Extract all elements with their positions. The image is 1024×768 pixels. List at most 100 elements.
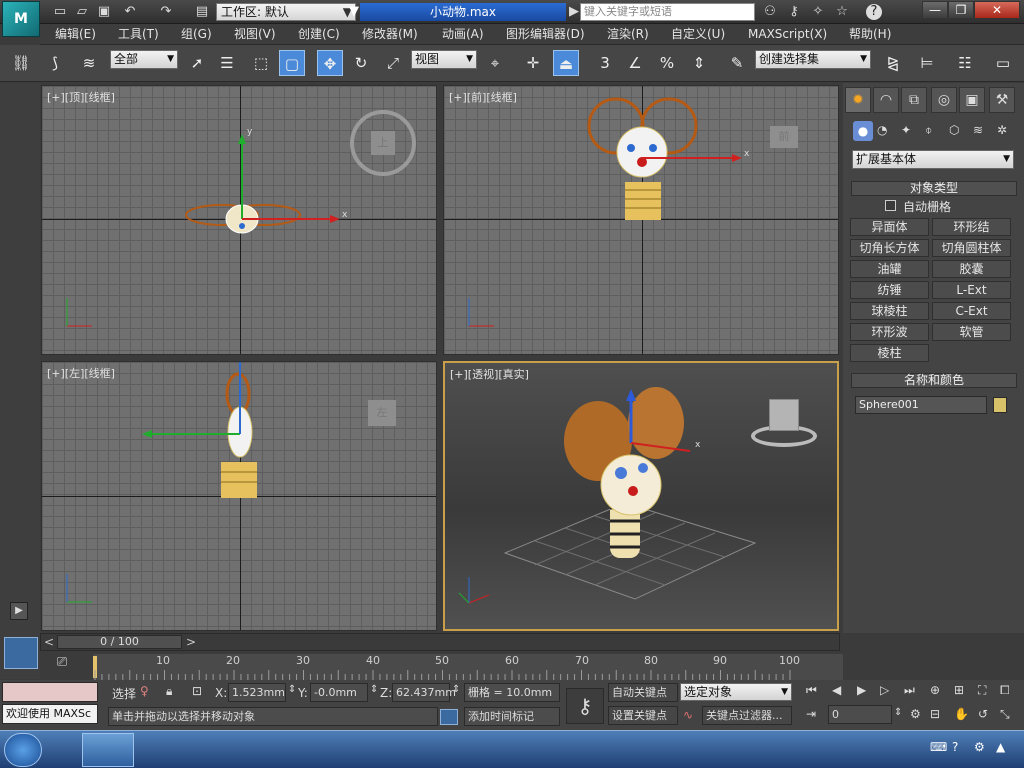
go-to-start-icon[interactable]: ⏮ bbox=[806, 683, 817, 698]
viewcube-left[interactable]: 左 bbox=[352, 398, 412, 438]
open-file-icon[interactable]: ▱ bbox=[74, 4, 90, 20]
x-spinner-icon[interactable]: ⇕ bbox=[288, 684, 296, 695]
current-frame-field[interactable]: 0 bbox=[828, 705, 892, 724]
modify-tab-icon[interactable]: ◠ bbox=[873, 87, 899, 113]
maxscript-mini-listener[interactable] bbox=[2, 682, 98, 702]
object-button-torus-knot[interactable]: 环形结 bbox=[932, 218, 1011, 236]
object-button-prism[interactable]: 棱柱 bbox=[850, 344, 929, 362]
previous-frame-icon[interactable]: ◀ bbox=[832, 683, 841, 697]
mirror-icon[interactable]: ⧎ bbox=[880, 50, 906, 76]
select-move-icon[interactable]: ✥ bbox=[317, 50, 343, 76]
orbit-icon[interactable]: ↺ bbox=[978, 707, 988, 721]
object-button-oil-tank[interactable]: 油罐 bbox=[850, 260, 929, 278]
select-object-icon[interactable]: ➚ bbox=[184, 50, 210, 76]
object-button-chamfer-cyl[interactable]: 切角圆柱体 bbox=[932, 239, 1011, 257]
object-button-c-ext[interactable]: C-Ext bbox=[932, 302, 1011, 320]
viewcube-front[interactable]: 前 bbox=[758, 124, 806, 154]
minimize-button[interactable]: — bbox=[922, 1, 948, 19]
close-button[interactable]: ✕ bbox=[974, 1, 1020, 19]
rect-selection-icon[interactable]: ⬚ bbox=[248, 50, 274, 76]
menu-animation[interactable]: 动画(A) bbox=[442, 26, 484, 42]
auto-grid-checkbox[interactable] bbox=[885, 200, 896, 211]
tray-help-icon[interactable]: ? bbox=[952, 740, 958, 754]
menu-customize[interactable]: 自定义(U) bbox=[671, 26, 725, 42]
zoom-region-icon[interactable]: ⊟ bbox=[930, 707, 940, 721]
cameras-icon[interactable]: ⌽ bbox=[925, 123, 932, 138]
pivot-center-icon[interactable]: ⌖ bbox=[482, 50, 508, 76]
y-coordinate-field[interactable]: -0.0mm bbox=[310, 683, 368, 702]
key-filter-curve-icon[interactable]: ∿ bbox=[683, 708, 693, 722]
layer-manager-icon[interactable]: ☷ bbox=[952, 50, 978, 76]
selection-filter-dropdown[interactable]: 全部 ▼ bbox=[110, 50, 178, 69]
create-tab-icon[interactable]: ✹ bbox=[845, 87, 871, 113]
menu-rendering[interactable]: 渲染(R) bbox=[607, 26, 649, 42]
maximize-viewport-icon[interactable]: ⤡ bbox=[1000, 707, 1010, 722]
menu-help[interactable]: 帮助(H) bbox=[849, 26, 891, 42]
windows-start-button[interactable] bbox=[4, 733, 42, 767]
edit-named-selection-icon[interactable]: ✎ bbox=[724, 50, 750, 76]
viewport-front[interactable]: [+][前][线框] x 前 bbox=[443, 85, 839, 355]
key-filters-button[interactable]: 关键点过滤器... bbox=[702, 706, 792, 725]
named-selection-dropdown[interactable]: 创建选择集 ▼ bbox=[755, 50, 871, 69]
search-input[interactable]: 键入关键字或短语 bbox=[580, 3, 755, 21]
angle-snap-icon[interactable]: ∠ bbox=[622, 50, 648, 76]
object-button-spindle[interactable]: 纺锤 bbox=[850, 281, 929, 299]
app-logo-icon[interactable]: M bbox=[2, 1, 40, 37]
align-icon[interactable]: ⊨ bbox=[914, 50, 940, 76]
viewport-perspective[interactable]: [+][透视][真实] x bbox=[443, 361, 839, 631]
menu-graph-editors[interactable]: 图形编辑器(D) bbox=[506, 26, 585, 42]
viewport-top[interactable]: [+][顶][线框] x y 上 bbox=[41, 85, 437, 355]
reference-coord-dropdown[interactable]: 视图 ▼ bbox=[411, 50, 477, 69]
maximize-button[interactable]: ❐ bbox=[948, 1, 974, 19]
select-scale-icon[interactable]: ⤢ bbox=[380, 50, 406, 76]
frame-display[interactable]: 0 / 100 bbox=[57, 635, 182, 649]
time-config-icon[interactable]: ⚙ bbox=[910, 707, 921, 721]
favorites-icon[interactable]: ☆ bbox=[834, 4, 850, 20]
menu-views[interactable]: 视图(V) bbox=[234, 26, 276, 42]
taskbar-3dsmax-icon[interactable] bbox=[82, 733, 134, 767]
window-crossing-icon[interactable]: ▢ bbox=[279, 50, 305, 76]
object-button-ringwave[interactable]: 环形波 bbox=[850, 323, 929, 341]
snap-toggle-icon[interactable]: 3 bbox=[592, 50, 618, 76]
name-color-rollout[interactable]: 名称和颜色 bbox=[851, 373, 1017, 388]
lights-icon[interactable]: ✦ bbox=[901, 123, 911, 137]
set-key-big-icon[interactable]: ⚷ bbox=[566, 688, 604, 724]
object-name-field[interactable]: Sphere001 bbox=[855, 396, 987, 414]
lock-icon[interactable]: 🔒︎ bbox=[166, 684, 172, 699]
menu-create[interactable]: 创建(C) bbox=[298, 26, 340, 42]
keyboard-shortcut-toggle-icon[interactable]: ⏏ bbox=[553, 50, 579, 76]
star-icon[interactable]: ✧ bbox=[810, 4, 826, 20]
z-coordinate-field[interactable]: 62.437mm bbox=[392, 683, 456, 702]
hierarchy-tab-icon[interactable]: ⧉ bbox=[901, 87, 927, 113]
key-mode-dropdown[interactable]: 选定对象 ▼ bbox=[680, 683, 792, 701]
motion-tab-icon[interactable]: ◎ bbox=[931, 87, 957, 113]
link-icon[interactable]: ⛓ bbox=[8, 50, 34, 76]
object-button-l-ext[interactable]: L-Ext bbox=[932, 281, 1011, 299]
graphite-toolbar-icon[interactable]: ▭ bbox=[990, 50, 1016, 76]
viewport-layout-icon[interactable] bbox=[4, 637, 38, 669]
zoom-extents-icon[interactable]: ⛶ bbox=[978, 683, 986, 698]
y-spinner-icon[interactable]: ⇕ bbox=[370, 684, 378, 695]
object-button-gengon[interactable]: 球棱柱 bbox=[850, 302, 929, 320]
x-coordinate-field[interactable]: 1.523mm bbox=[228, 683, 286, 702]
save-icon[interactable]: ▣ bbox=[96, 4, 112, 20]
tray-arrow-icon[interactable]: ▲ bbox=[996, 740, 1005, 754]
object-button-hose[interactable]: 软管 bbox=[932, 323, 1011, 341]
percent-snap-icon[interactable]: % bbox=[654, 50, 680, 76]
bind-space-warp-icon[interactable]: ≋ bbox=[76, 50, 102, 76]
object-button-hedra[interactable]: 异面体 bbox=[850, 218, 929, 236]
tray-keyboard-icon[interactable]: ⌨ bbox=[930, 740, 947, 754]
display-tab-icon[interactable]: ▣ bbox=[959, 87, 985, 113]
tray-settings-icon[interactable]: ⚙ bbox=[974, 740, 985, 754]
zoom-all-icon[interactable]: ⊞ bbox=[954, 683, 964, 697]
menu-edit[interactable]: 编辑(E) bbox=[55, 26, 96, 42]
z-spinner-icon[interactable]: ⇕ bbox=[452, 684, 460, 695]
project-folder-icon[interactable]: ▤ bbox=[194, 4, 210, 20]
object-button-capsule[interactable]: 胶囊 bbox=[932, 260, 1011, 278]
time-slider-next-icon[interactable]: > bbox=[186, 635, 196, 649]
helpers-icon[interactable]: ⬡ bbox=[949, 123, 959, 137]
category-dropdown[interactable]: 扩展基本体 ▼ bbox=[852, 150, 1014, 169]
viewcube-front-face[interactable]: 前 bbox=[770, 126, 798, 148]
object-color-swatch[interactable] bbox=[993, 397, 1007, 413]
shapes-icon[interactable]: ◔ bbox=[877, 123, 887, 137]
